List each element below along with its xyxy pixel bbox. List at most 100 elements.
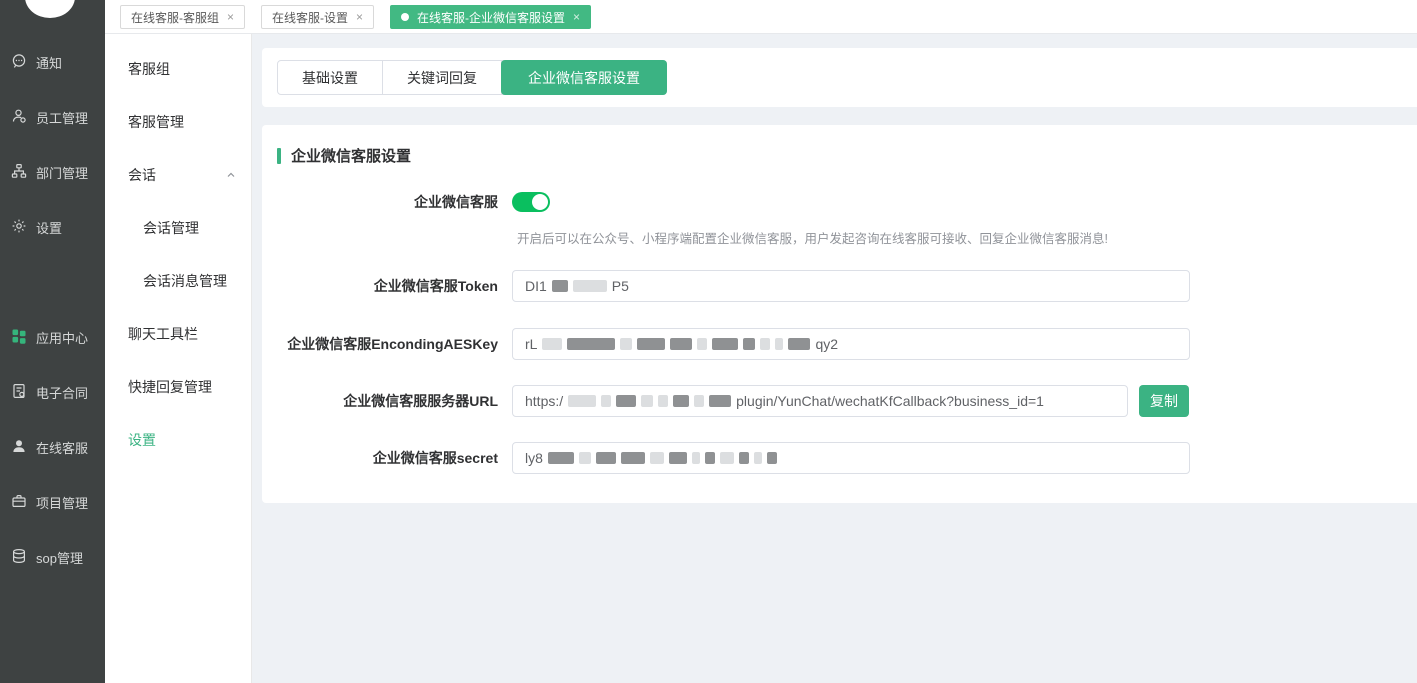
wecom-service-toggle[interactable] <box>512 192 550 212</box>
redacted-value <box>542 338 810 350</box>
menu-item-label: 快捷回复管理 <box>128 377 212 397</box>
secret-input[interactable]: ly8 <box>512 442 1190 474</box>
settings-tab-group: 基础设置 关键词回复 企业微信客服设置 <box>277 60 667 95</box>
toggle-row: 企业微信客服 <box>262 186 550 218</box>
secondary-sidebar: 客服组 客服管理 会话 会话管理 会话消息管理 聊天工具栏 快捷回复管理 <box>105 34 252 683</box>
token-input[interactable]: DI1 P5 <box>512 270 1190 302</box>
server-url-input[interactable]: https:/ plugin/YunChat/wechatKfCallback?… <box>512 385 1128 417</box>
menu-item-session[interactable]: 会话 <box>105 148 251 201</box>
secondary-nav: 客服组 客服管理 会话 会话管理 会话消息管理 聊天工具栏 快捷回复管理 <box>105 34 251 466</box>
close-icon[interactable]: × <box>356 11 363 23</box>
redacted-value <box>552 280 607 292</box>
menu-item-settings[interactable]: 设置 <box>105 413 251 466</box>
sidebar-item-notifications[interactable]: 通知 <box>0 35 105 90</box>
tab-label: 在线客服-企业微信客服设置 <box>417 9 565 26</box>
sidebar-item-label: sop管理 <box>36 548 83 567</box>
tab-online-service-settings[interactable]: 在线客服-设置 × <box>261 5 374 29</box>
toggle-label: 企业微信客服 <box>262 192 498 212</box>
aeskey-row: 企业微信客服EncondingAESKey rL qy2 <box>262 328 1190 360</box>
copy-button[interactable]: 复制 <box>1139 385 1189 417</box>
tab-label: 基础设置 <box>302 68 358 88</box>
sidebar-item-sop[interactable]: sop管理 <box>0 530 105 585</box>
aeskey-label: 企业微信客服EncondingAESKey <box>262 334 498 354</box>
sidebar-item-label: 应用中心 <box>36 328 88 347</box>
secret-label: 企业微信客服secret <box>262 448 498 468</box>
tab-label: 关键词回复 <box>407 68 477 88</box>
value-suffix: P5 <box>612 278 629 294</box>
sidebar-item-employees[interactable]: 员工管理 <box>0 90 105 145</box>
menu-item-label: 客服管理 <box>128 112 184 132</box>
value-prefix: https:/ <box>525 393 563 409</box>
sidebar-item-departments[interactable]: 部门管理 <box>0 145 105 200</box>
value-suffix: plugin/YunChat/wechatKfCallback?business… <box>736 393 1044 409</box>
e-contract-icon <box>11 383 27 402</box>
tab-online-service-group[interactable]: 在线客服-客服组 × <box>120 5 245 29</box>
project-icon <box>11 493 27 512</box>
tab-basic-settings[interactable]: 基础设置 <box>278 61 383 94</box>
sidebar-group-spacer <box>0 255 105 310</box>
menu-item-service-group[interactable]: 客服组 <box>105 42 251 95</box>
menu-item-session-message-management[interactable]: 会话消息管理 <box>105 254 251 307</box>
tab-keyword-reply[interactable]: 关键词回复 <box>383 61 502 94</box>
redacted-value <box>548 452 777 464</box>
tab-wecom-service[interactable]: 企业微信客服设置 <box>501 60 667 95</box>
sidebar-item-label: 员工管理 <box>36 108 88 127</box>
value-suffix: qy2 <box>815 336 838 352</box>
menu-item-label: 设置 <box>128 430 156 450</box>
menu-item-chat-toolbar[interactable]: 聊天工具栏 <box>105 307 251 360</box>
settings-gear-icon <box>11 218 27 237</box>
content-tabs-card: 基础设置 关键词回复 企业微信客服设置 <box>262 48 1417 107</box>
tab-label: 企业微信客服设置 <box>528 68 640 88</box>
menu-item-session-management[interactable]: 会话管理 <box>105 201 251 254</box>
notification-icon <box>11 53 27 72</box>
open-tabs: 在线客服-客服组 × 在线客服-设置 × 在线客服-企业微信客服设置 × <box>120 5 591 29</box>
value-prefix: ly8 <box>525 450 543 466</box>
primary-sidebar: 通知 员工管理 <box>0 0 105 683</box>
chevron-up-icon[interactable] <box>225 169 237 181</box>
section-accent-bar <box>277 148 281 164</box>
close-icon[interactable]: × <box>573 11 580 23</box>
section-title: 企业微信客服设置 <box>291 145 411 166</box>
sidebar-item-label: 设置 <box>36 218 62 237</box>
secret-row: 企业微信客服secret ly8 <box>262 442 1190 474</box>
menu-item-label: 会话 <box>128 165 156 185</box>
menu-item-label: 会话消息管理 <box>143 271 227 291</box>
tab-wecom-service-settings[interactable]: 在线客服-企业微信客服设置 × <box>390 5 591 29</box>
sidebar-item-label: 通知 <box>36 53 62 72</box>
app-window: 在线客服-客服组 × 在线客服-设置 × 在线客服-企业微信客服设置 × <box>0 0 1417 683</box>
sidebar-item-label: 电子合同 <box>36 383 88 402</box>
tab-label: 在线客服-客服组 <box>131 9 219 26</box>
server-url-row: 企业微信客服服务器URL https:/ plugin/YunChat/wech… <box>262 385 1189 417</box>
value-prefix: rL <box>525 336 537 352</box>
aeskey-input[interactable]: rL qy2 <box>512 328 1190 360</box>
logo <box>25 0 75 18</box>
sidebar-item-projects[interactable]: 项目管理 <box>0 475 105 530</box>
menu-item-label: 聊天工具栏 <box>128 324 198 344</box>
menu-item-label: 客服组 <box>128 59 170 79</box>
sidebar-item-settings[interactable]: 设置 <box>0 200 105 255</box>
token-row: 企业微信客服Token DI1 P5 <box>262 270 1190 302</box>
open-tabs-bar: 在线客服-客服组 × 在线客服-设置 × 在线客服-企业微信客服设置 × <box>105 0 1417 34</box>
department-icon <box>11 163 27 182</box>
menu-item-quick-reply[interactable]: 快捷回复管理 <box>105 360 251 413</box>
sidebar-item-app-center[interactable]: 应用中心 <box>0 310 105 365</box>
primary-nav: 通知 员工管理 <box>0 35 105 585</box>
menu-item-service-management[interactable]: 客服管理 <box>105 95 251 148</box>
tab-label: 在线客服-设置 <box>272 9 348 26</box>
active-dot-icon <box>401 13 409 21</box>
close-icon[interactable]: × <box>227 11 234 23</box>
app-center-icon <box>11 328 27 347</box>
settings-form-card: 企业微信客服设置 企业微信客服 开启后可以在公众号、小程序端配置企业微信客服，用… <box>262 125 1417 503</box>
sop-database-icon <box>11 548 27 567</box>
menu-item-label: 会话管理 <box>143 218 199 238</box>
sidebar-item-e-contract[interactable]: 电子合同 <box>0 365 105 420</box>
sidebar-item-label: 项目管理 <box>36 493 88 512</box>
online-service-icon <box>11 438 27 457</box>
value-prefix: DI1 <box>525 278 547 294</box>
sidebar-item-label: 部门管理 <box>36 163 88 182</box>
server-url-label: 企业微信客服服务器URL <box>262 391 498 411</box>
toggle-knob <box>532 194 548 210</box>
sidebar-item-online-service[interactable]: 在线客服 <box>0 420 105 475</box>
redacted-value <box>568 395 731 407</box>
token-label: 企业微信客服Token <box>262 276 498 296</box>
